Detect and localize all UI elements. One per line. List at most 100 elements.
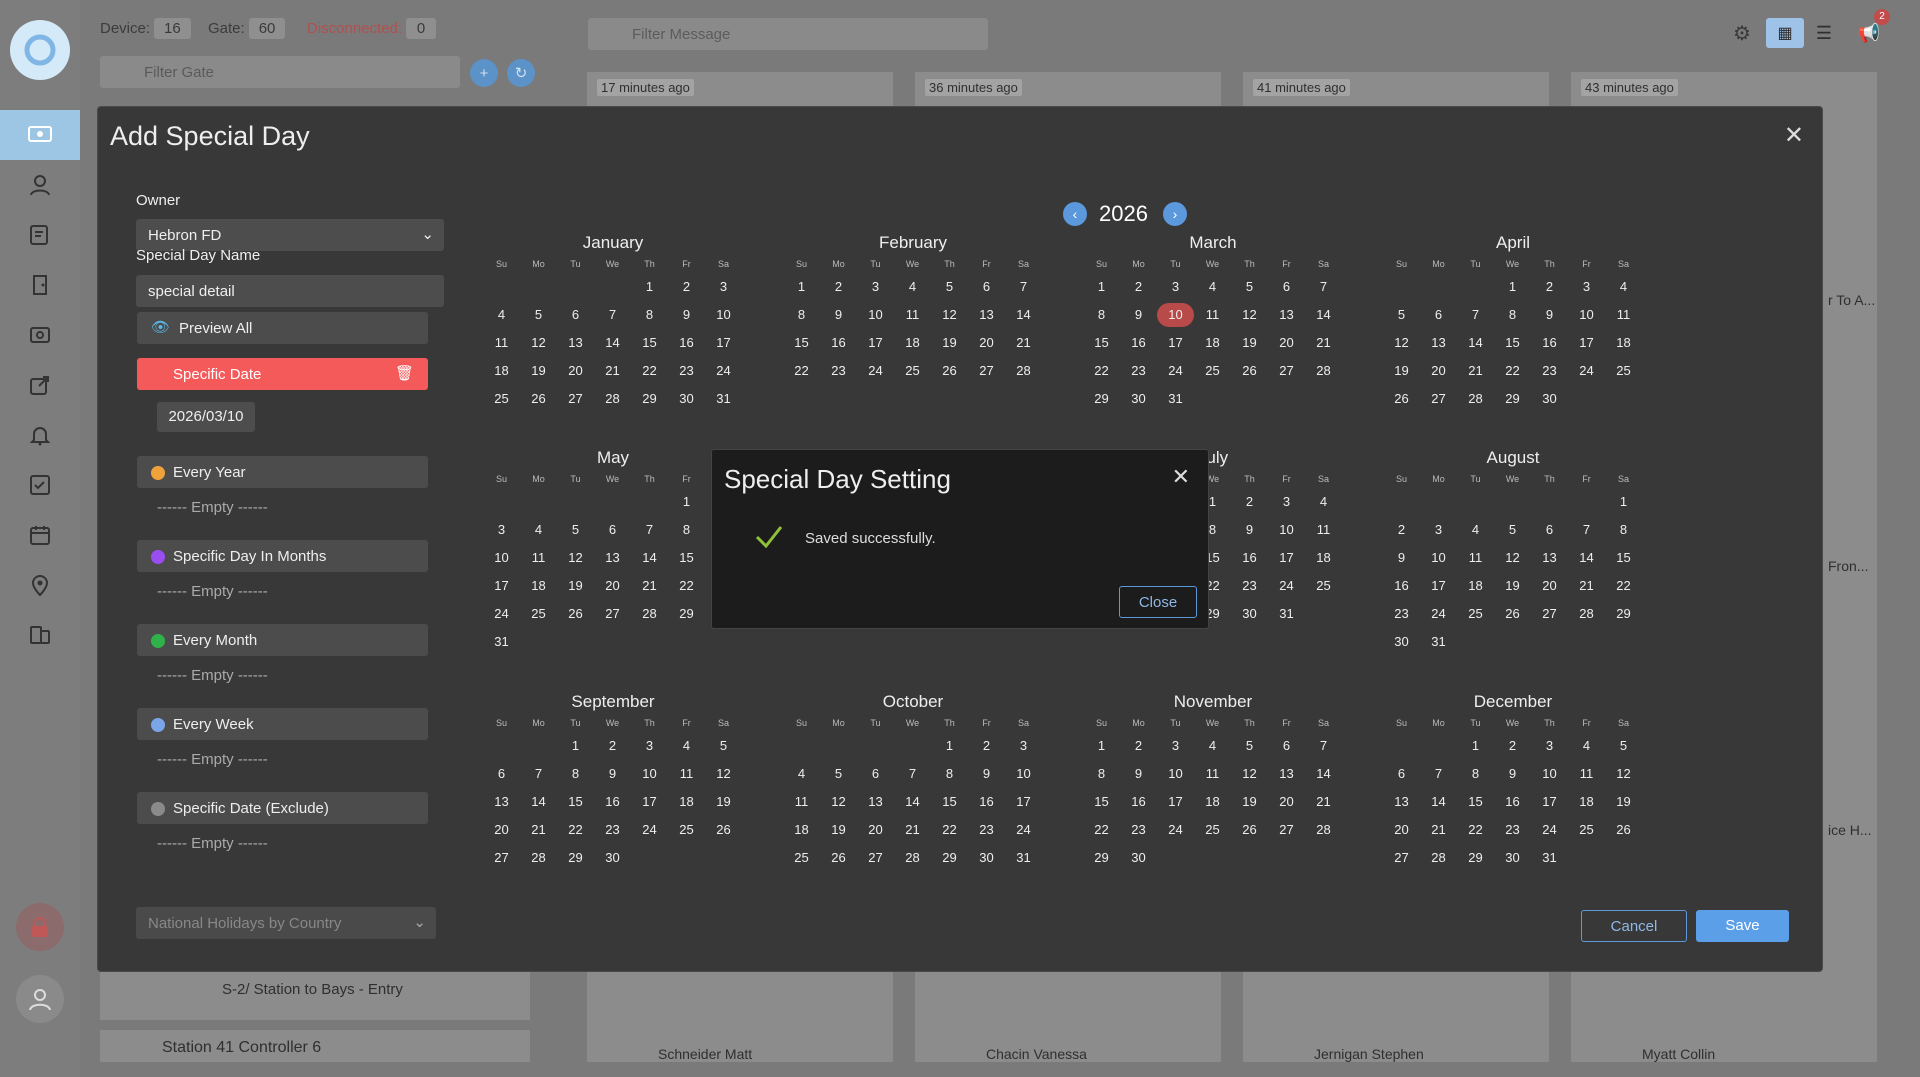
preview-all-button[interactable]: 👁 Preview All — [137, 312, 428, 344]
calendar-day[interactable]: 13 — [1268, 762, 1305, 786]
calendar-day[interactable]: 11 — [1305, 518, 1342, 542]
profile-avatar-icon[interactable] — [16, 975, 64, 1023]
calendar-day[interactable]: 18 — [1605, 331, 1642, 355]
calendar-day[interactable]: 26 — [820, 846, 857, 870]
calendar-day[interactable]: 17 — [1420, 574, 1457, 598]
calendar-day[interactable]: 15 — [783, 331, 820, 355]
every-month-row[interactable]: Every Month — [137, 624, 428, 656]
calendar-day[interactable]: 10 — [1531, 762, 1568, 786]
calendar-day[interactable]: 20 — [857, 818, 894, 842]
calendar-day[interactable]: 29 — [1083, 387, 1120, 411]
calendar-day[interactable]: 18 — [1305, 546, 1342, 570]
calendar-day[interactable]: 1 — [557, 734, 594, 758]
calendar-day[interactable]: 14 — [1005, 303, 1042, 327]
calendar-day[interactable]: 1 — [1605, 490, 1642, 514]
calendar-day[interactable]: 21 — [1568, 574, 1605, 598]
calendar-day[interactable]: 12 — [820, 790, 857, 814]
calendar-day[interactable]: 8 — [783, 303, 820, 327]
calendar-day[interactable]: 25 — [1568, 818, 1605, 842]
calendar-day[interactable]: 3 — [1157, 275, 1194, 299]
calendar-day[interactable]: 11 — [1457, 546, 1494, 570]
calendar-day[interactable]: 15 — [557, 790, 594, 814]
calendar-day[interactable]: 13 — [968, 303, 1005, 327]
calendar-day[interactable]: 1 — [931, 734, 968, 758]
calendar-day[interactable]: 3 — [1531, 734, 1568, 758]
calendar-day[interactable]: 12 — [1231, 762, 1268, 786]
calendar-day[interactable]: 15 — [1605, 546, 1642, 570]
calendar-day[interactable]: 7 — [1568, 518, 1605, 542]
calendar-day[interactable]: 2 — [968, 734, 1005, 758]
calendar-day[interactable]: 20 — [1420, 359, 1457, 383]
specific-day-in-months-row[interactable]: Specific Day In Months — [137, 540, 428, 572]
calendar-day[interactable]: 24 — [1005, 818, 1042, 842]
every-week-row[interactable]: Every Week — [137, 708, 428, 740]
calendar-day[interactable]: 10 — [1157, 303, 1194, 327]
calendar-day[interactable]: 29 — [1605, 602, 1642, 626]
calendar-day[interactable]: 27 — [1268, 818, 1305, 842]
calendar-day[interactable]: 1 — [1494, 275, 1531, 299]
calendar-day[interactable]: 28 — [1568, 602, 1605, 626]
calendar-day[interactable]: 8 — [631, 303, 668, 327]
calendar-day[interactable]: 28 — [1420, 846, 1457, 870]
calendar-day[interactable]: 8 — [1457, 762, 1494, 786]
calendar-day[interactable]: 24 — [1268, 574, 1305, 598]
calendar-day[interactable]: 11 — [1568, 762, 1605, 786]
calendar-icon[interactable] — [27, 522, 53, 548]
calendar-day[interactable]: 4 — [1305, 490, 1342, 514]
calendar-day[interactable]: 14 — [1305, 303, 1342, 327]
calendar-day[interactable]: 16 — [594, 790, 631, 814]
lock-icon[interactable] — [16, 903, 64, 951]
calendar-day[interactable]: 21 — [1305, 790, 1342, 814]
calendar-day[interactable]: 19 — [931, 331, 968, 355]
calendar-day[interactable]: 24 — [1157, 359, 1194, 383]
calendar-day[interactable]: 12 — [1494, 546, 1531, 570]
calendar-day[interactable]: 29 — [668, 602, 705, 626]
calendar-day[interactable]: 26 — [931, 359, 968, 383]
calendar-day[interactable]: 20 — [1531, 574, 1568, 598]
calendar-day[interactable]: 21 — [1420, 818, 1457, 842]
bell-icon[interactable] — [27, 422, 53, 448]
filter-message-input[interactable]: Filter Message — [588, 18, 988, 50]
close-icon[interactable]: ✕ — [1172, 464, 1190, 490]
settings-gear-icon[interactable]: ⚙ — [1728, 18, 1756, 48]
calendar-day[interactable]: 31 — [705, 387, 742, 411]
calendar-day[interactable]: 21 — [1005, 331, 1042, 355]
calendar-day[interactable]: 28 — [631, 602, 668, 626]
calendar-day[interactable]: 31 — [1157, 387, 1194, 411]
calendar-day[interactable]: 8 — [668, 518, 705, 542]
calendar-day[interactable]: 2 — [1231, 490, 1268, 514]
door-icon[interactable] — [27, 272, 53, 298]
calendar-day[interactable]: 23 — [1383, 602, 1420, 626]
calendar-day[interactable]: 13 — [594, 546, 631, 570]
calendar-day[interactable]: 24 — [1420, 602, 1457, 626]
calendar-day[interactable]: 7 — [520, 762, 557, 786]
calendar-day[interactable]: 27 — [1268, 359, 1305, 383]
calendar-day[interactable]: 1 — [783, 275, 820, 299]
calendar-day[interactable]: 10 — [1005, 762, 1042, 786]
calendar-day[interactable]: 9 — [1531, 303, 1568, 327]
calendar-day[interactable]: 20 — [1383, 818, 1420, 842]
calendar-day[interactable]: 21 — [520, 818, 557, 842]
every-year-row[interactable]: Every Year — [137, 456, 428, 488]
calendar-day[interactable]: 2 — [1383, 518, 1420, 542]
calendar-day[interactable]: 30 — [594, 846, 631, 870]
calendar-day[interactable]: 19 — [1383, 359, 1420, 383]
calendar-day[interactable]: 26 — [557, 602, 594, 626]
calendar-day[interactable]: 7 — [1305, 734, 1342, 758]
cancel-button[interactable]: Cancel — [1581, 910, 1687, 942]
calendar-day[interactable]: 19 — [1231, 331, 1268, 355]
edit-list-icon[interactable] — [27, 222, 53, 248]
calendar-day[interactable]: 22 — [631, 359, 668, 383]
calendar-day[interactable]: 22 — [1083, 818, 1120, 842]
calendar-day[interactable]: 28 — [594, 387, 631, 411]
calendar-day[interactable]: 10 — [483, 546, 520, 570]
calendar-day[interactable]: 2 — [1494, 734, 1531, 758]
calendar-day[interactable]: 16 — [1231, 546, 1268, 570]
calendar-day[interactable]: 14 — [594, 331, 631, 355]
calendar-day[interactable]: 18 — [783, 818, 820, 842]
export-icon[interactable] — [27, 372, 53, 398]
calendar-day[interactable]: 28 — [1305, 359, 1342, 383]
calendar-day[interactable]: 11 — [483, 331, 520, 355]
calendar-day[interactable]: 16 — [1383, 574, 1420, 598]
calendar-day[interactable]: 1 — [1457, 734, 1494, 758]
